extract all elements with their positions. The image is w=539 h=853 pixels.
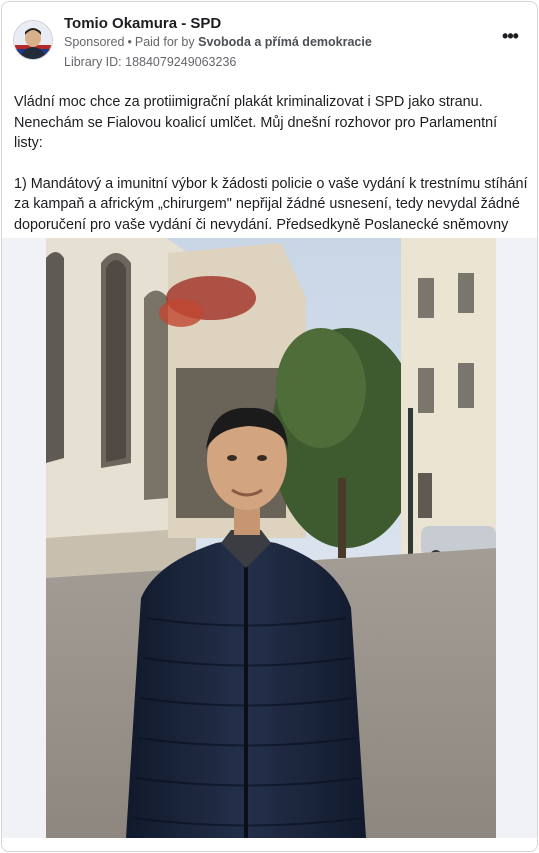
post-header: Tomio Okamura - SPD Sponsored • Paid for b… <box>14 15 526 75</box>
avatar-image <box>14 21 52 59</box>
ad-card: Tomio Okamura - SPD Sponsored • Paid for b… <box>1 1 538 852</box>
more-options-icon[interactable]: ••• <box>496 27 524 49</box>
paid-for-prefix: Paid for by <box>134 35 195 49</box>
payer-name[interactable]: Svoboda a přímá demokracie <box>198 35 372 49</box>
street-portrait-image <box>46 238 496 838</box>
ad-photo[interactable] <box>46 238 496 838</box>
avatar[interactable] <box>14 21 52 59</box>
sponsored-label: Sponsored <box>64 35 125 49</box>
library-id: Library ID: 1884079249063236 <box>64 55 237 69</box>
separator-dot: • <box>127 35 132 49</box>
body-paragraph: Vládní moc chce za protiimigrační plakát… <box>14 94 498 151</box>
sponsored-line: Sponsored • Paid for by Svoboda a přímá de… <box>64 35 372 49</box>
page-name[interactable]: Tomio Okamura - SPD <box>64 15 221 32</box>
ad-media[interactable] <box>2 238 537 838</box>
